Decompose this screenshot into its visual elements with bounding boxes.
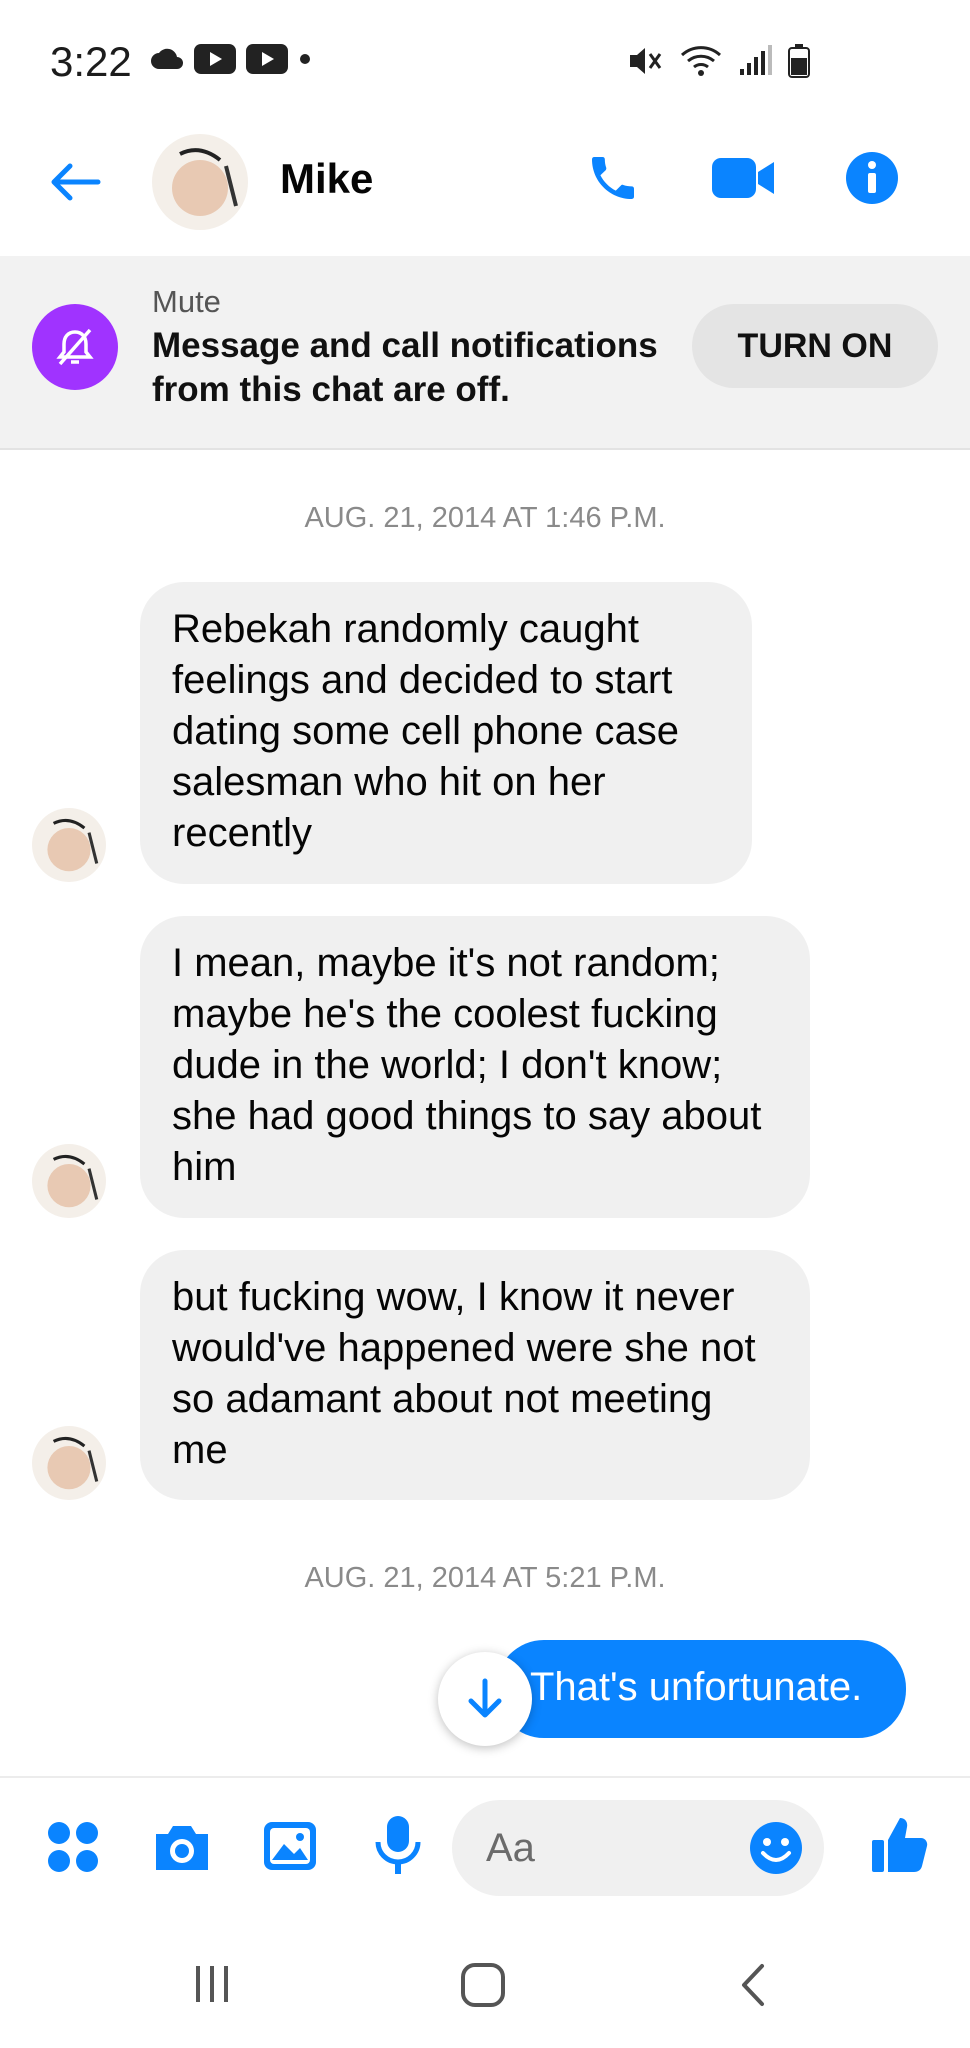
avatar[interactable] (152, 134, 248, 230)
timestamp: AUG. 21, 2014 AT 1:46 P.M. (304, 502, 666, 534)
mute-icon (630, 48, 662, 74)
battery-icon (788, 44, 810, 78)
cloud-icon (151, 48, 183, 69)
sender-avatar[interactable] (32, 1144, 106, 1218)
chevron-left-icon (742, 1964, 764, 2006)
avatar-image (152, 134, 248, 230)
status-time: 3:22 (50, 38, 132, 85)
avatar-image (32, 1144, 106, 1218)
timestamp: AUG. 21, 2014 AT 5:21 P.M. (304, 1562, 666, 1594)
voice-button[interactable] (372, 1814, 424, 1881)
home-button[interactable] (460, 1962, 506, 2013)
contact-name[interactable]: Mike (280, 155, 373, 203)
mute-badge (32, 304, 118, 390)
bell-off-icon (56, 328, 94, 366)
emoji-icon (750, 1822, 802, 1874)
status-notification-icons (150, 44, 312, 74)
message-bubble-incoming[interactable]: Rebekah randomly caught feelings and dec… (140, 582, 752, 884)
scroll-to-bottom-button[interactable] (438, 1652, 532, 1746)
sender-avatar[interactable] (32, 1426, 106, 1500)
mute-message: Message and call notifications from this… (152, 326, 658, 409)
video-call-button[interactable] (710, 156, 776, 205)
emoji-button[interactable] (748, 1820, 804, 1881)
call-button[interactable] (585, 150, 641, 211)
thumbs-up-icon (872, 1818, 928, 1872)
message-bubble-outgoing[interactable]: That's unfortunate. (496, 1640, 906, 1738)
gallery-button[interactable] (262, 1820, 318, 1877)
phone-icon (592, 157, 634, 199)
gallery-icon (264, 1822, 316, 1870)
camera-icon (156, 1826, 208, 1870)
microphone-icon (375, 1816, 421, 1874)
youtube-icon (246, 44, 288, 74)
turn-on-button[interactable]: TURN ON (692, 304, 938, 388)
recent-apps-button[interactable] (192, 1964, 232, 2009)
divider (0, 1776, 970, 1778)
camera-button[interactable] (152, 1822, 212, 1877)
back-arrow-icon (51, 163, 101, 201)
avatar-image (32, 808, 106, 882)
wifi-icon (680, 46, 722, 76)
recent-apps-icon (196, 1966, 228, 2002)
video-camera-icon (712, 158, 774, 198)
dot-icon (300, 54, 310, 64)
back-nav-button[interactable] (738, 1962, 768, 2013)
message-input-placeholder: Aa (486, 1826, 535, 1870)
back-button[interactable] (46, 160, 102, 209)
message-bubble-incoming[interactable]: I mean, maybe it's not random; maybe he'… (140, 916, 810, 1218)
message-bubble-incoming[interactable]: but fucking wow, I know it never would'v… (140, 1250, 810, 1500)
arrow-down-icon (468, 1678, 502, 1718)
sender-avatar[interactable] (32, 808, 106, 882)
apps-icon (48, 1822, 98, 1872)
signal-icon (740, 45, 772, 75)
info-icon (846, 152, 898, 204)
mute-label: Mute (152, 284, 221, 319)
youtube-icon (194, 44, 236, 74)
like-button[interactable] (870, 1814, 928, 1879)
home-icon (461, 1963, 505, 2007)
avatar-image (32, 1426, 106, 1500)
status-system-icons (628, 44, 810, 78)
apps-button[interactable] (46, 1820, 100, 1879)
info-button[interactable] (844, 150, 900, 211)
